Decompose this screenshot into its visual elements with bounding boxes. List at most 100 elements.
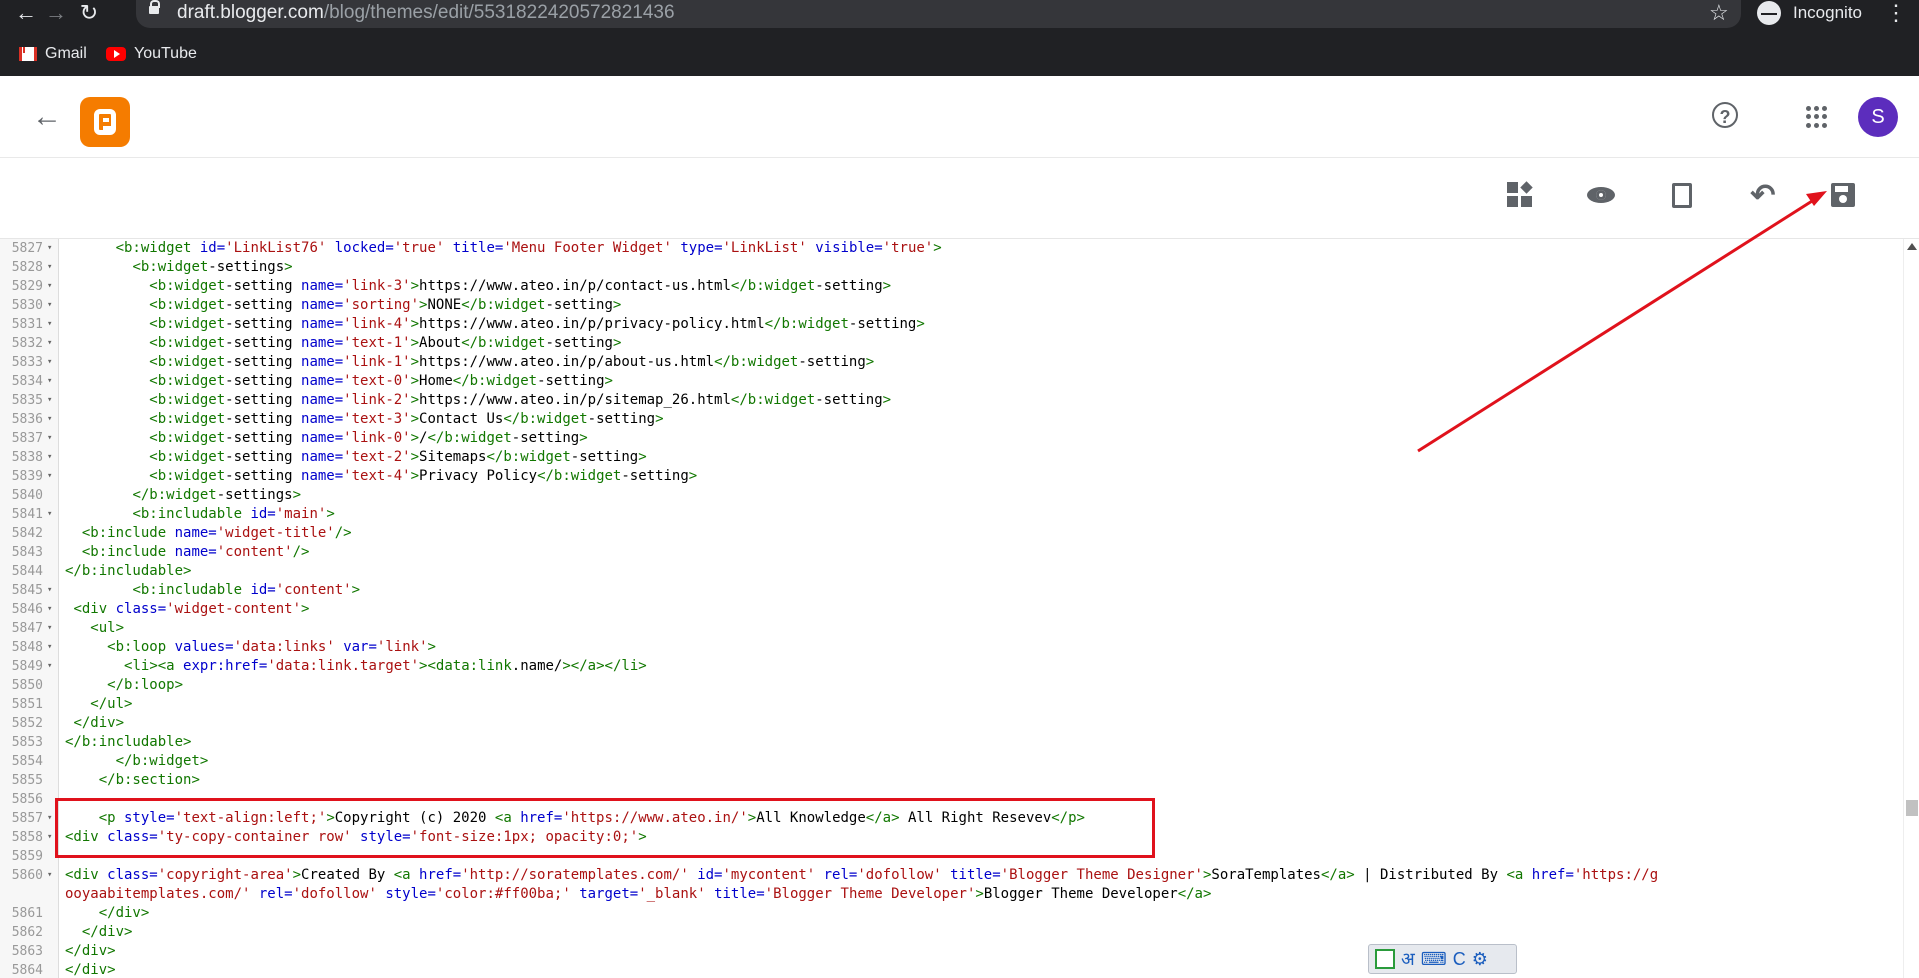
- fold-toggle-icon[interactable]: ▾: [47, 505, 52, 524]
- line-number: 5834: [11, 374, 43, 389]
- line-number: 5860: [11, 868, 43, 883]
- browser-menu-icon[interactable]: ⋮: [1885, 1, 1907, 25]
- layout-widgets-icon[interactable]: [1505, 180, 1537, 212]
- fold-toggle-icon[interactable]: ▾: [47, 410, 52, 429]
- code-line[interactable]: 5863 </div>: [0, 942, 1880, 961]
- fold-toggle-icon[interactable]: ▾: [47, 619, 52, 638]
- code-line[interactable]: 5854 </b:widget>: [0, 752, 1880, 771]
- scroll-thumb[interactable]: [1906, 800, 1918, 816]
- fold-toggle-icon[interactable]: ▾: [47, 866, 52, 885]
- fold-toggle-icon[interactable]: ▾: [47, 448, 52, 467]
- apps-grid-icon[interactable]: [1806, 106, 1828, 128]
- google-input-icon[interactable]: [1375, 949, 1395, 969]
- save-icon[interactable]: [1827, 180, 1859, 212]
- preview-eye-icon[interactable]: [1586, 180, 1618, 212]
- bookmark-star-icon[interactable]: ☆: [1709, 0, 1729, 26]
- code-line[interactable]: 5852 </div>: [0, 714, 1880, 733]
- bookmark-gmail[interactable]: Gmail: [19, 44, 87, 64]
- code-line[interactable]: 5847 ▾ <ul>: [0, 619, 1880, 638]
- code-line[interactable]: 5844 </b:includable>: [0, 562, 1880, 581]
- fold-toggle-icon[interactable]: ▾: [47, 467, 52, 486]
- code-line[interactable]: 5845 ▾ <b:includable id='content'>: [0, 581, 1880, 600]
- code-line[interactable]: 5864 </div>: [0, 961, 1880, 978]
- fold-toggle-icon[interactable]: ▾: [47, 372, 52, 391]
- code-line[interactable]: 5846 ▾ <div class='widget-content'>: [0, 600, 1880, 619]
- scroll-up-icon[interactable]: [1907, 243, 1917, 250]
- code-line[interactable]: 5848 ▾ <b:loop values='data:links' var='l…: [0, 638, 1880, 657]
- code-lines[interactable]: 5827 ▾ <b:widget id='LinkList76' locked='…: [0, 239, 1880, 978]
- input-tools-widget[interactable]: अ ⌨ C ⚙: [1368, 944, 1517, 974]
- incognito-label: Incognito: [1793, 3, 1862, 22]
- fold-toggle-icon[interactable]: ▾: [47, 315, 52, 334]
- code-line[interactable]: 5849 ▾ <li><a expr:href='data:link.target…: [0, 657, 1880, 676]
- code-line[interactable]: 5828 ▾ <b:widget-settings>: [0, 258, 1880, 277]
- code-line[interactable]: 5833 ▾ <b:widget-setting name='link-1'>ht…: [0, 353, 1880, 372]
- code-editor[interactable]: 5827 ▾ <b:widget id='LinkList76' locked='…: [0, 239, 1919, 978]
- code-line[interactable]: 5835 ▾ <b:widget-setting name='link-2'>ht…: [0, 391, 1880, 410]
- line-number: 5851: [11, 697, 43, 712]
- vertical-scrollbar[interactable]: [1903, 239, 1919, 978]
- line-number: 5861: [11, 906, 43, 921]
- line-number: 5864: [11, 963, 43, 978]
- fold-toggle-icon[interactable]: ▾: [47, 258, 52, 277]
- fold-toggle-icon[interactable]: ▾: [47, 391, 52, 410]
- fold-toggle-icon[interactable]: ▾: [47, 828, 52, 847]
- code-line[interactable]: 5842 <b:include name='widget-title'/>: [0, 524, 1880, 543]
- back-arrow-icon[interactable]: ←: [32, 102, 62, 132]
- code-line[interactable]: 5860 ▾ <div class='copyright-area'>Create…: [0, 866, 1880, 904]
- fold-toggle-icon[interactable]: ▾: [47, 657, 52, 676]
- fold-toggle-icon[interactable]: ▾: [47, 296, 52, 315]
- code-line[interactable]: 5855 </b:section>: [0, 771, 1880, 790]
- fold-toggle-icon[interactable]: ▾: [47, 600, 52, 619]
- code-line[interactable]: 5829 ▾ <b:widget-setting name='link-3'>ht…: [0, 277, 1880, 296]
- url-path: /blog/themes/edit/5531822420572821436: [323, 2, 675, 23]
- url-text[interactable]: draft.blogger.com/blog/themes/edit/55318…: [177, 2, 675, 24]
- code-line[interactable]: 5832 ▾ <b:widget-setting name='text-1'>Ab…: [0, 334, 1880, 353]
- avatar[interactable]: S: [1858, 97, 1898, 137]
- bookmark-youtube[interactable]: YouTube: [106, 44, 197, 64]
- code-line[interactable]: 5840 </b:widget-settings>: [0, 486, 1880, 505]
- fold-toggle-icon[interactable]: ▾: [47, 334, 52, 353]
- blogger-logo[interactable]: [80, 97, 130, 147]
- code-line[interactable]: 5838 ▾ <b:widget-setting name='text-2'>Si…: [0, 448, 1880, 467]
- code-line[interactable]: 5839 ▾ <b:widget-setting name='text-4'>Pr…: [0, 467, 1880, 486]
- line-number: 5856: [11, 792, 43, 807]
- code-line[interactable]: 5841 ▾ <b:includable id='main'>: [0, 505, 1880, 524]
- code-text: <b:loop values='data:links' var='link'>: [107, 639, 436, 655]
- fold-toggle-icon[interactable]: ▾: [47, 809, 52, 828]
- help-icon[interactable]: ?: [1712, 102, 1738, 128]
- line-number: 5835: [11, 393, 43, 408]
- fold-toggle-icon[interactable]: ▾: [47, 239, 52, 258]
- code-line[interactable]: 5850 </b:loop>: [0, 676, 1880, 695]
- keyboard-icon[interactable]: ⌨: [1421, 949, 1447, 970]
- fold-toggle-icon[interactable]: ▾: [47, 581, 52, 600]
- revert-icon[interactable]: [1667, 180, 1699, 212]
- ime-c-label[interactable]: C: [1453, 949, 1466, 970]
- code-line[interactable]: 5836 ▾ <b:widget-setting name='text-3'>Co…: [0, 410, 1880, 429]
- line-number: 5850: [11, 678, 43, 693]
- fold-toggle-icon[interactable]: ▾: [47, 429, 52, 448]
- code-line[interactable]: 5853 </b:includable>: [0, 733, 1880, 752]
- code-line[interactable]: 5827 ▾ <b:widget id='LinkList76' locked='…: [0, 239, 1880, 258]
- code-line[interactable]: 5834 ▾ <b:widget-setting name='text-0'>Ho…: [0, 372, 1880, 391]
- code-line[interactable]: 5831 ▾ <b:widget-setting name='link-4'>ht…: [0, 315, 1880, 334]
- code-text: </b:widget-settings>: [132, 487, 302, 503]
- reload-icon[interactable]: ↻: [76, 2, 102, 24]
- code-line[interactable]: 5851 </ul>: [0, 695, 1880, 714]
- code-line[interactable]: 5861 </div>: [0, 904, 1880, 923]
- line-number: 5847: [11, 621, 43, 636]
- code-line[interactable]: 5830 ▾ <b:widget-setting name='sorting'>N…: [0, 296, 1880, 315]
- forward-icon[interactable]: →: [43, 2, 69, 24]
- hindi-script-icon[interactable]: अ: [1401, 947, 1415, 971]
- code-line[interactable]: 5862 </div>: [0, 923, 1880, 942]
- line-number: 5831: [11, 317, 43, 332]
- back-icon[interactable]: ←: [13, 2, 39, 24]
- gear-icon[interactable]: ⚙: [1472, 949, 1488, 970]
- fold-toggle-icon[interactable]: ▾: [47, 638, 52, 657]
- code-line[interactable]: 5843 <b:include name='content'/>: [0, 543, 1880, 562]
- undo-icon[interactable]: ↶: [1747, 180, 1779, 212]
- code-line[interactable]: 5837 ▾ <b:widget-setting name='link-0'>/<…: [0, 429, 1880, 448]
- code-text: <b:widget id='LinkList76' locked='true' …: [115, 240, 942, 256]
- fold-toggle-icon[interactable]: ▾: [47, 277, 52, 296]
- fold-toggle-icon[interactable]: ▾: [47, 353, 52, 372]
